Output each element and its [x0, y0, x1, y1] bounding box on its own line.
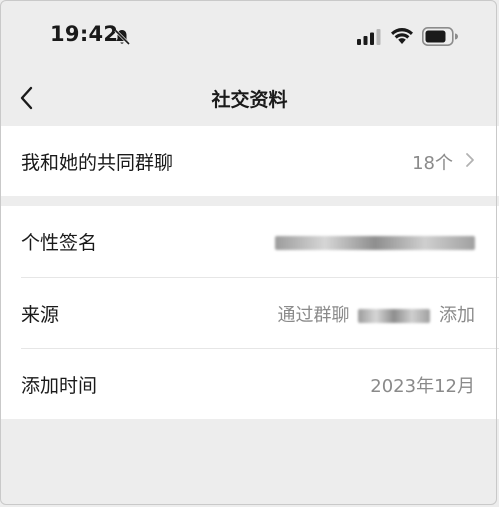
status-bar: 19:42 [0, 0, 499, 72]
source-value: 通过群聊 添加 [278, 301, 475, 327]
page-title: 社交资料 [211, 89, 288, 111]
added-time-row: 添加时间 2023年12月 [0, 349, 499, 420]
chevron-right-icon [466, 153, 474, 167]
cellular-signal-icon [357, 29, 381, 45]
signature-label: 个性签名 [21, 232, 98, 254]
group-name-blurred [358, 309, 431, 323]
added-time-label: 添加时间 [21, 375, 98, 397]
bell-slash-icon [114, 29, 131, 46]
profile-details-section: 个性签名 来源 通过群聊 添加 添加时间 2023年12月 [0, 206, 499, 419]
battery-icon [422, 27, 458, 46]
source-label: 来源 [21, 304, 60, 326]
added-time-value: 2023年12月 [370, 376, 475, 397]
source-value-suffix: 添加 [439, 305, 475, 326]
common-groups-count: 18个 [412, 153, 453, 174]
source-row: 来源 通过群聊 添加 [0, 278, 499, 349]
wifi-icon [391, 28, 413, 44]
navigation-bar: 社交资料 [0, 72, 499, 126]
common-groups-row[interactable]: 我和她的共同群聊 18个 [0, 126, 499, 197]
signature-row: 个性签名 [0, 206, 499, 277]
source-value-prefix: 通过群聊 [277, 305, 350, 326]
common-groups-label: 我和她的共同群聊 [21, 152, 174, 174]
signature-value-blurred [275, 232, 475, 253]
status-time: 19:42 [50, 22, 119, 46]
common-groups-section: 我和她的共同群聊 18个 [0, 126, 499, 196]
